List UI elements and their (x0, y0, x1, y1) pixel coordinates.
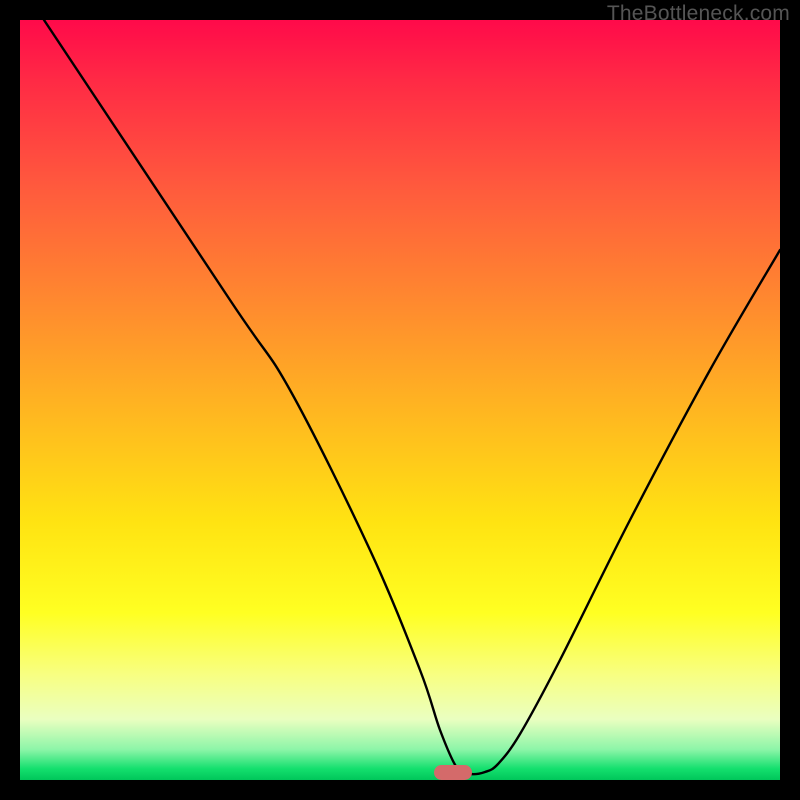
bottleneck-curve (20, 20, 780, 780)
optimal-marker (434, 765, 472, 780)
plot-area (20, 20, 780, 780)
chart-frame: TheBottleneck.com (0, 0, 800, 800)
